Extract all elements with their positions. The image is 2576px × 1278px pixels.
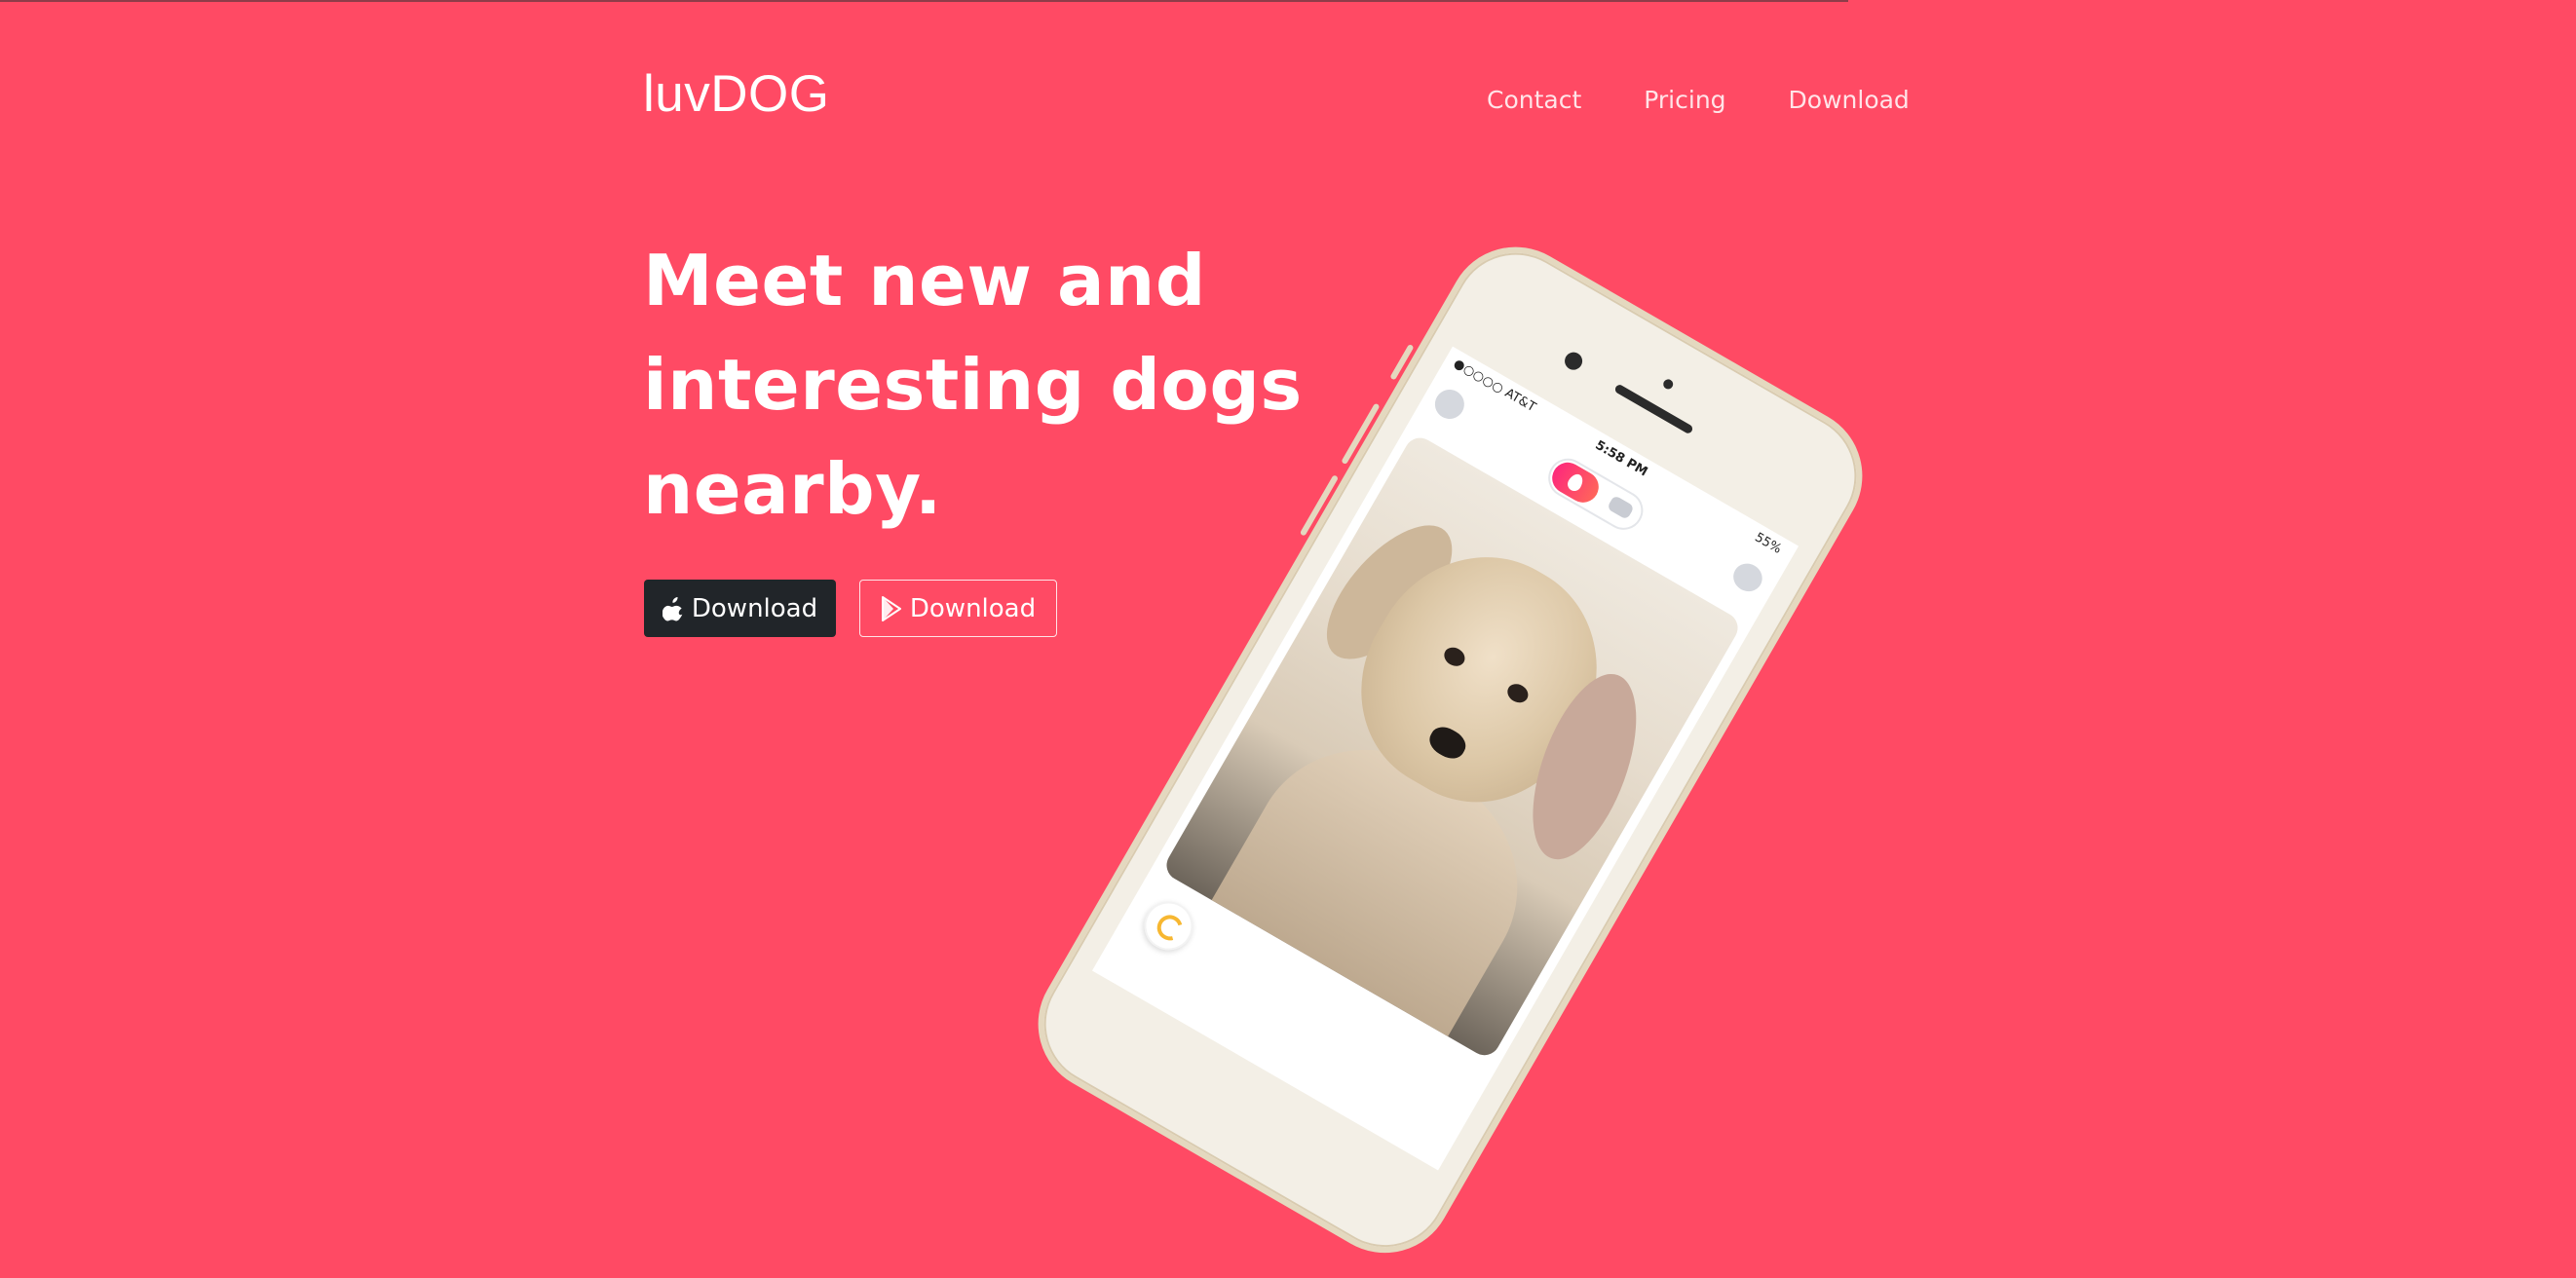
google-play-download-button[interactable]: Download bbox=[859, 580, 1057, 637]
phone-sensor bbox=[1661, 377, 1676, 392]
group-icon bbox=[1607, 495, 1635, 520]
top-border bbox=[0, 0, 1848, 2]
phone-camera bbox=[1561, 349, 1586, 373]
hero-headline-line: nearby. bbox=[643, 448, 942, 530]
brand-logo[interactable]: luvDOG bbox=[643, 68, 829, 120]
hero-headline: Meet new and interesting dogs nearby. bbox=[643, 229, 1383, 542]
hero-headline-line: Meet new and bbox=[643, 240, 1206, 321]
profile-icon bbox=[1429, 384, 1470, 425]
app-store-download-button[interactable]: Download bbox=[644, 580, 836, 637]
nav-link-contact[interactable]: Contact bbox=[1487, 86, 1581, 115]
phone-speaker bbox=[1613, 383, 1694, 435]
apple-icon bbox=[662, 596, 683, 620]
chat-icon bbox=[1727, 558, 1767, 597]
app-store-download-label: Download bbox=[691, 593, 818, 623]
main-nav: Contact Pricing Download bbox=[1487, 86, 1910, 115]
flame-icon bbox=[1546, 456, 1605, 508]
nav-link-pricing[interactable]: Pricing bbox=[1644, 86, 1725, 115]
nav-link-download[interactable]: Download bbox=[1789, 86, 1910, 115]
refresh-icon bbox=[1135, 892, 1202, 959]
google-play-download-label: Download bbox=[909, 593, 1037, 623]
hero-headline-line: interesting dogs bbox=[643, 344, 1303, 426]
google-play-icon bbox=[881, 595, 901, 621]
